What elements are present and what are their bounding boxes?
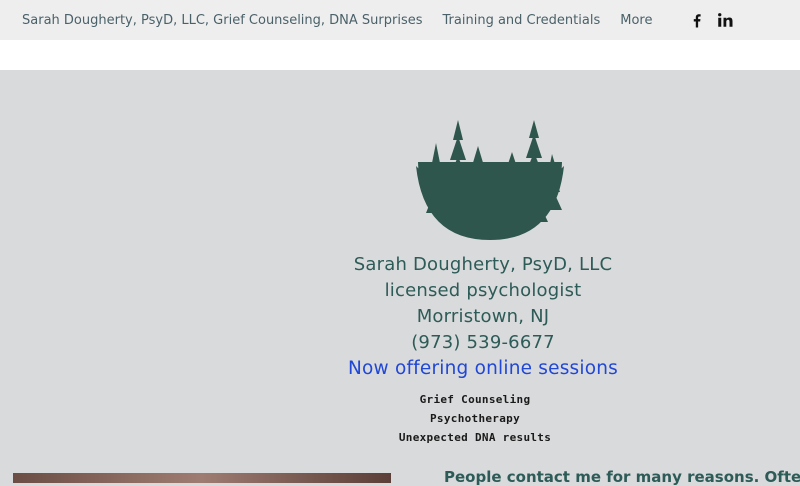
practice-info: Sarah Dougherty, PsyD, LLC licensed psyc… (283, 252, 683, 382)
service-item: Psychotherapy (430, 412, 520, 425)
service-item: Grief Counseling (419, 393, 531, 406)
header-spacer (0, 40, 800, 70)
practice-name: Sarah Dougherty, PsyD, LLC (353, 254, 613, 275)
nav-item-training-credentials[interactable]: Training and Credentials (443, 13, 601, 28)
hero-section: Sarah Dougherty, PsyD, LLC licensed psyc… (0, 70, 800, 486)
nav-item-home[interactable]: Sarah Dougherty, PsyD, LLC, Grief Counse… (22, 13, 423, 28)
facebook-icon[interactable] (688, 11, 706, 29)
practice-title: licensed psychologist (384, 280, 582, 301)
service-item: Unexpected DNA results (398, 431, 552, 444)
practice-location: Morristown, NJ (416, 306, 550, 327)
online-sessions-notice: Now offering online sessions (347, 358, 619, 379)
linkedin-icon[interactable] (716, 11, 734, 29)
intro-paragraph: People contact me for many reasons. Ofte… (444, 468, 800, 486)
nav-links: Sarah Dougherty, PsyD, LLC, Grief Counse… (22, 0, 652, 40)
social-bar (688, 11, 734, 29)
services-list: Grief Counseling Psychotherapy Unexpecte… (375, 390, 575, 447)
top-nav: Sarah Dougherty, PsyD, LLC, Grief Counse… (0, 0, 800, 40)
pine-tree-logo-icon (416, 118, 564, 246)
nav-item-more[interactable]: More (620, 13, 652, 28)
practice-phone[interactable]: (973) 539-6677 (283, 330, 683, 356)
portrait-photo (13, 473, 391, 483)
